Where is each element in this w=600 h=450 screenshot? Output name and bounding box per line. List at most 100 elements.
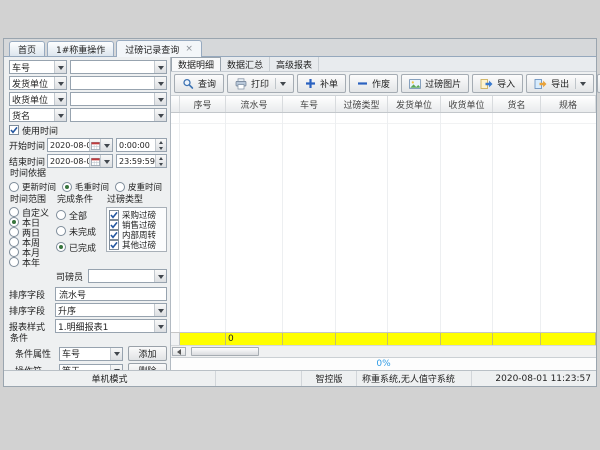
field-filter-row: 收货单位 [9, 92, 167, 106]
column-header[interactable]: 货名 [493, 96, 541, 112]
condition-attribute-value: 车号 [60, 347, 110, 360]
checkbox-icon [109, 220, 119, 230]
finish-condition-option[interactable]: 已完成 [56, 239, 106, 255]
data-tab[interactable]: 数据汇总 [221, 57, 270, 71]
time-basis-option[interactable]: 皮重时间 [115, 181, 162, 192]
field-name-select[interactable]: 车号 [9, 60, 67, 74]
field-name-value: 发货单位 [10, 77, 54, 90]
report-style-select[interactable]: 1.明细报表1 [55, 319, 167, 333]
filter-panel: 车号发货单位收货单位货名 使用时间 开始时间 2020-08-01 0:00:0… [4, 57, 171, 370]
field-name-value: 货名 [10, 109, 54, 122]
field-name-select[interactable]: 收货单位 [9, 92, 67, 106]
dropdown-arrow-icon [154, 270, 166, 282]
end-time-label: 结束时间 [9, 155, 47, 168]
field-value-select[interactable] [70, 108, 167, 122]
column-header[interactable]: 流水号 [226, 96, 283, 112]
field-filter-rows: 车号发货单位收货单位货名 [9, 60, 167, 122]
finish-condition-option[interactable]: 未完成 [56, 223, 106, 239]
dropdown-arrow-icon [154, 61, 166, 73]
weigher-select[interactable] [88, 269, 167, 283]
grid-header-row: 序号 流水号 车号过磅类型发货单位收货单位货名规格 [171, 96, 596, 113]
dropdown-arrow-icon [154, 109, 166, 121]
toolbar: 查询打印补单作废过磅图片导入导出设置 [171, 72, 596, 96]
summary-cell [336, 333, 388, 345]
status-edition: 智控版 [302, 371, 357, 386]
image-icon [409, 78, 421, 90]
sort-order-select[interactable]: 升序 [55, 303, 167, 317]
column-header[interactable]: 序号 [180, 96, 226, 112]
toolbar-button-label: 导入 [497, 77, 515, 90]
window-tab[interactable]: 过磅记录查询× [116, 40, 202, 57]
field-value-select[interactable] [70, 76, 167, 90]
status-system-name: 称重系统,无人值守系统 [357, 371, 472, 386]
printer-button[interactable]: 打印 [227, 74, 294, 93]
condition-section-label: 条件 [10, 335, 167, 344]
column-header[interactable]: 发货单位 [388, 96, 441, 112]
sort-field-input[interactable]: 流水号 [55, 287, 167, 301]
dropdown-arrow-icon [54, 109, 66, 121]
status-mode: 单机模式 [4, 371, 216, 386]
sort-order-label: 排序字段 [9, 304, 55, 317]
sort-field-row: 排序字段 流水号 [9, 287, 167, 301]
status-edition-text: 智控版 [315, 372, 342, 385]
use-time-label: 使用时间 [22, 124, 58, 137]
image-button[interactable]: 过磅图片 [401, 74, 469, 93]
end-time-spinner[interactable]: 23:59:59 [116, 154, 167, 168]
scrollbar-thumb[interactable] [191, 347, 259, 356]
grid-column-line [225, 113, 226, 332]
spinner-arrows-icon [155, 155, 166, 167]
grid-column-line [387, 113, 388, 332]
report-style-value: 1.明细报表1 [56, 320, 154, 333]
minus-button[interactable]: 作废 [349, 74, 398, 93]
column-header[interactable]: 收货单位 [441, 96, 493, 112]
window-tab[interactable]: 首页 [9, 41, 45, 56]
end-date-picker[interactable]: 2020-08-01 [47, 154, 113, 168]
field-name-value: 车号 [10, 61, 54, 74]
add-condition-button[interactable]: 添加 [128, 346, 167, 361]
row-indicator-header [171, 96, 180, 112]
field-value-select[interactable] [70, 60, 167, 74]
dropdown-arrow-icon [54, 77, 66, 89]
spinner-arrows-icon [155, 139, 166, 151]
field-filter-row: 发货单位 [9, 76, 167, 90]
data-tab[interactable]: 高级报表 [270, 57, 319, 71]
column-header[interactable]: 过磅类型 [336, 96, 388, 112]
condition-attribute-select[interactable]: 车号 [59, 347, 123, 361]
close-icon[interactable]: × [185, 45, 193, 54]
summary-row-indicator [171, 333, 180, 345]
column-header[interactable]: 车号 [283, 96, 336, 112]
weigher-row: 司磅员 [56, 269, 167, 283]
time-basis-option[interactable]: 更新时间 [9, 181, 56, 192]
time-range-option[interactable]: 本年 [9, 257, 56, 267]
column-header-label: 流水号 [240, 98, 267, 111]
finish-condition-option[interactable]: 全部 [56, 207, 106, 223]
column-header[interactable]: 规格 [541, 96, 596, 112]
report-style-row: 报表样式 1.明细报表1 [9, 319, 167, 333]
column-header-label: 序号 [193, 98, 211, 111]
field-name-select[interactable]: 发货单位 [9, 76, 67, 90]
grid-column-line [440, 113, 441, 332]
use-time-checkbox[interactable] [9, 125, 19, 135]
export-button[interactable]: 导出 [526, 74, 594, 93]
search-button[interactable]: 查询 [174, 74, 224, 93]
time-range-label: 时间范围 [10, 196, 56, 205]
finish-condition-label: 完成条件 [57, 196, 106, 205]
field-value-select[interactable] [70, 92, 167, 106]
horizontal-scrollbar[interactable] [171, 345, 596, 357]
field-name-select[interactable]: 货名 [9, 108, 67, 122]
radio-icon [56, 226, 66, 236]
time-basis-options: 更新时间毛重时间皮重时间 [9, 181, 167, 193]
grid-column-line [179, 113, 180, 332]
time-basis-option[interactable]: 毛重时间 [62, 181, 109, 192]
summary-cell [541, 333, 596, 345]
window-tab[interactable]: 1#称重操作 [47, 41, 114, 56]
delete-condition-button[interactable]: 删除 [128, 363, 167, 370]
main-area: 车号发货单位收货单位货名 使用时间 开始时间 2020-08-01 0:00:0… [4, 57, 596, 370]
data-tab[interactable]: 数据明细 [171, 57, 221, 71]
weigh-type-option[interactable]: 其他过磅 [109, 240, 164, 250]
import-button[interactable]: 导入 [472, 74, 523, 93]
plus-button[interactable]: 补单 [297, 74, 346, 93]
scroll-left-button[interactable] [172, 347, 186, 356]
start-time-spinner[interactable]: 0:00:00 [116, 138, 167, 152]
start-date-picker[interactable]: 2020-08-01 [47, 138, 113, 152]
